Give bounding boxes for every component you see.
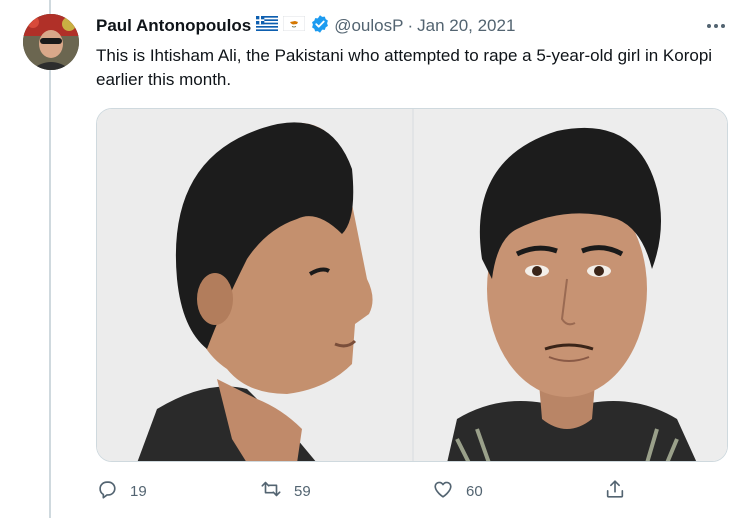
retweet-button[interactable]: 59 (260, 478, 311, 504)
separator-dot: · (407, 16, 414, 35)
share-button[interactable] (604, 478, 626, 504)
tweet-header: Paul Antonopoulos @oulosP · Jan 20, 2021 (96, 14, 515, 38)
author-name[interactable]: Paul Antonopoulos (96, 16, 251, 36)
tweet-date[interactable]: Jan 20, 2021 (417, 16, 515, 36)
reply-button[interactable]: 19 (96, 478, 147, 504)
author-handle[interactable]: @oulosP (334, 16, 403, 36)
share-icon (604, 478, 626, 504)
more-options-icon[interactable] (702, 16, 730, 36)
photo-profile-view[interactable] (97, 109, 412, 462)
verified-badge-icon (310, 14, 330, 39)
tweet-media[interactable] (96, 108, 728, 462)
photo-front-view[interactable] (414, 109, 728, 462)
tweet-text: This is Ihtisham Ali, the Pakistani who … (96, 46, 713, 89)
heart-icon (432, 478, 454, 504)
avatar[interactable] (23, 14, 79, 70)
like-count: 60 (466, 482, 483, 500)
thread-line (49, 0, 51, 518)
retweet-icon (260, 478, 282, 504)
like-button[interactable]: 60 (432, 478, 483, 504)
retweet-count: 59 (294, 482, 311, 500)
reply-icon (96, 478, 118, 504)
reply-count: 19 (130, 482, 147, 500)
greece-flag-icon (256, 16, 279, 36)
cyprus-flag-icon (282, 15, 306, 36)
action-bar: 19 59 60 (96, 478, 636, 504)
